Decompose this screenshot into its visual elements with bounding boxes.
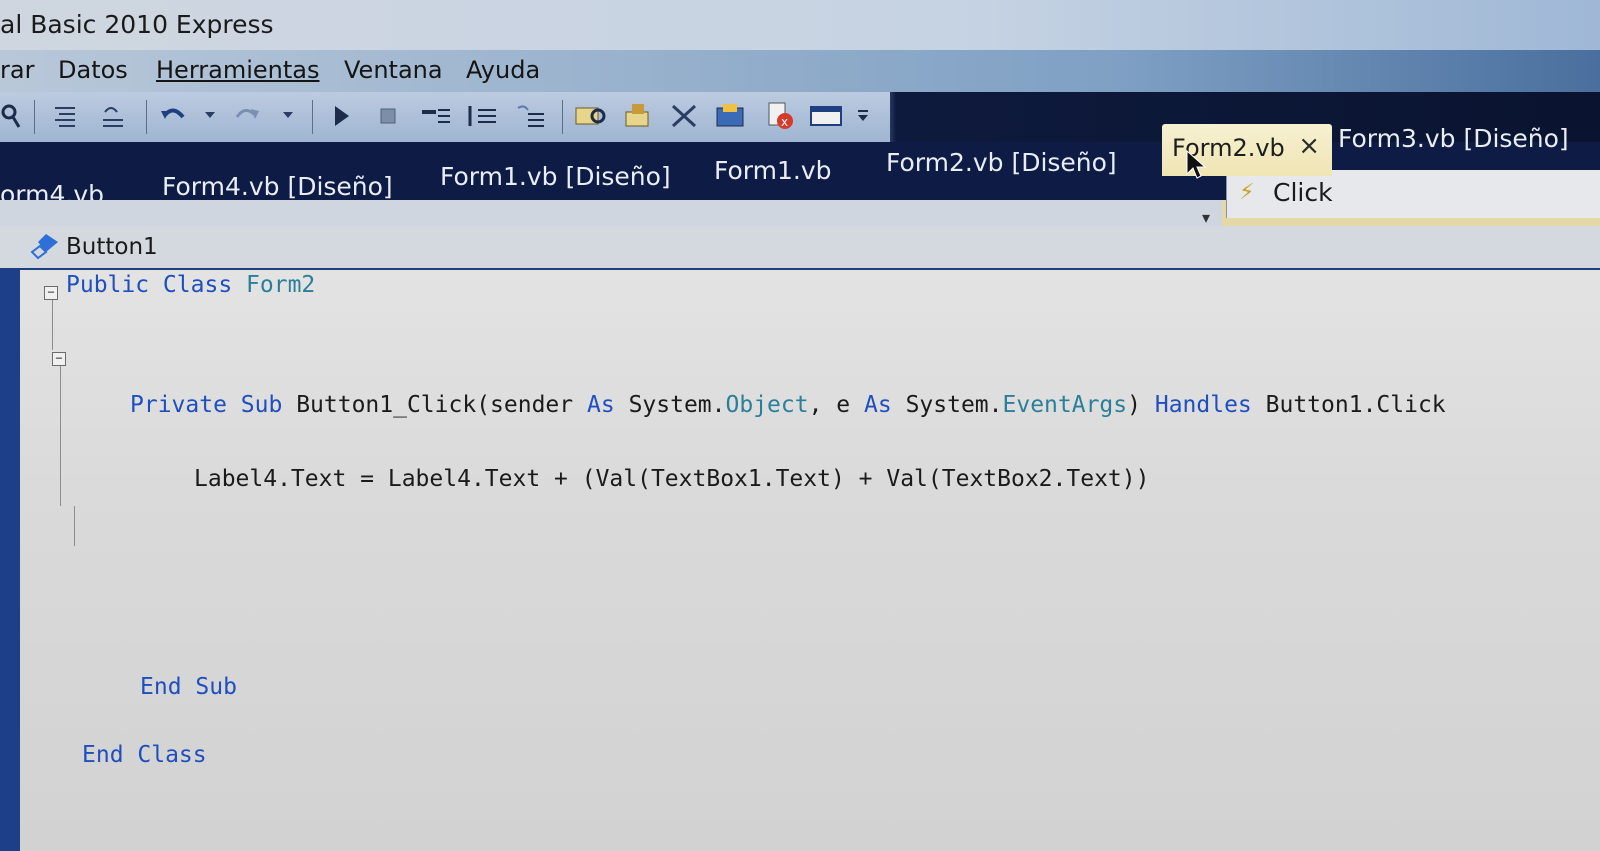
title-bar: al Basic 2010 Express bbox=[0, 0, 1600, 50]
code-token: System. bbox=[628, 392, 726, 418]
code-token: System. bbox=[905, 392, 1003, 418]
class-name: Form2 bbox=[246, 272, 316, 298]
redo-icon[interactable] bbox=[232, 102, 262, 130]
step-over-icon[interactable] bbox=[466, 102, 500, 130]
code-line-3: Label4.Text = Label4.Text + (Val(TextBox… bbox=[194, 466, 1150, 492]
redo-dropdown-icon[interactable] bbox=[282, 102, 296, 130]
code-token: , e bbox=[808, 392, 851, 418]
overflow-icon[interactable] bbox=[856, 102, 870, 130]
keyword: Public Class bbox=[66, 272, 233, 298]
menu-bar: rar Datos Herramientas Ventana Ayuda bbox=[0, 50, 1600, 92]
toolbox-icon[interactable] bbox=[714, 102, 748, 130]
toolbar-separator bbox=[34, 100, 35, 134]
start-debug-icon[interactable] bbox=[330, 102, 352, 130]
uncomment-icon[interactable] bbox=[96, 102, 128, 130]
code-text[interactable]: Public Class Form2 Private Sub Button1_C… bbox=[66, 270, 1446, 814]
object-selector-band bbox=[0, 226, 1600, 270]
toolbar-separator bbox=[312, 100, 313, 134]
menu-item-ayuda[interactable]: Ayuda bbox=[466, 56, 540, 84]
tools-icon[interactable] bbox=[668, 102, 700, 130]
tab-form1-vb[interactable]: Form1.vb bbox=[714, 156, 832, 185]
menu-item-herramientas[interactable]: Herramientas bbox=[156, 56, 319, 84]
code-token: ) bbox=[1127, 392, 1141, 418]
code-line-4: End Sub bbox=[66, 670, 1446, 704]
keyword: End Sub bbox=[140, 674, 237, 700]
tab-form2-design[interactable]: Form2.vb [Diseño] bbox=[886, 148, 1117, 177]
mouse-cursor-icon bbox=[1186, 150, 1206, 179]
type-name: EventArgs bbox=[1002, 392, 1128, 418]
window-title: al Basic 2010 Express bbox=[0, 10, 274, 39]
object-selector-label[interactable]: Button1 bbox=[66, 234, 158, 260]
step-into-icon[interactable] bbox=[418, 102, 452, 130]
menu-item-ventana[interactable]: Ventana bbox=[344, 56, 443, 84]
tab-form3-design[interactable]: Form3.vb [Diseño] bbox=[1338, 124, 1569, 153]
close-tab-icon[interactable]: × bbox=[1298, 131, 1320, 161]
type-name: Object bbox=[725, 392, 809, 418]
collapse-sub-icon[interactable]: − bbox=[52, 352, 66, 366]
find-in-files-icon[interactable] bbox=[574, 102, 610, 130]
find-icon[interactable] bbox=[0, 102, 22, 130]
undo-icon[interactable] bbox=[158, 102, 188, 130]
event-dropdown[interactable]: ⚡ Click bbox=[1226, 170, 1600, 218]
menu-item-datos[interactable]: Datos bbox=[58, 56, 128, 84]
toolbar-separator bbox=[146, 100, 147, 134]
code-token: Button1.Click bbox=[1265, 392, 1446, 418]
collapse-class-icon[interactable]: − bbox=[44, 286, 58, 300]
menu-item-generar[interactable]: rar bbox=[0, 56, 34, 84]
code-line-1: Public Class Form2 bbox=[66, 268, 1446, 302]
tab-form1-design[interactable]: Form1.vb [Diseño] bbox=[440, 162, 671, 191]
keyword: As bbox=[864, 392, 892, 418]
undo-dropdown-icon[interactable] bbox=[204, 102, 218, 130]
keyword: Handles bbox=[1154, 392, 1252, 418]
event-dropdown-label: Click bbox=[1273, 178, 1333, 207]
editor-left-edge bbox=[0, 260, 20, 851]
error-list-icon[interactable]: x bbox=[764, 102, 796, 130]
code-line-2: Private Sub Button1_Click(sender As Syst… bbox=[66, 388, 1446, 422]
code-line-5: End Class bbox=[66, 738, 1446, 772]
toolbar-separator bbox=[562, 100, 563, 134]
outline-guide bbox=[52, 300, 53, 350]
keyword: End Class bbox=[82, 742, 207, 768]
event-icon: ⚡ bbox=[1239, 180, 1255, 205]
keyword: As bbox=[587, 392, 615, 418]
keyword: Private Sub bbox=[130, 392, 283, 418]
outline-guide bbox=[60, 366, 61, 506]
button-object-icon bbox=[30, 234, 58, 260]
comment-icon[interactable] bbox=[48, 102, 80, 130]
object-dropdown-arrow-icon[interactable]: ▾ bbox=[1202, 208, 1210, 227]
svg-text:x: x bbox=[781, 115, 788, 129]
output-icon[interactable] bbox=[808, 102, 844, 130]
tab-form4-design[interactable]: Form4.vb [Diseño] bbox=[162, 172, 393, 201]
code-token: Button1_Click(sender bbox=[296, 392, 574, 418]
object-browser-icon[interactable] bbox=[622, 102, 656, 130]
step-out-icon[interactable] bbox=[514, 102, 548, 130]
stop-icon[interactable] bbox=[378, 102, 398, 130]
